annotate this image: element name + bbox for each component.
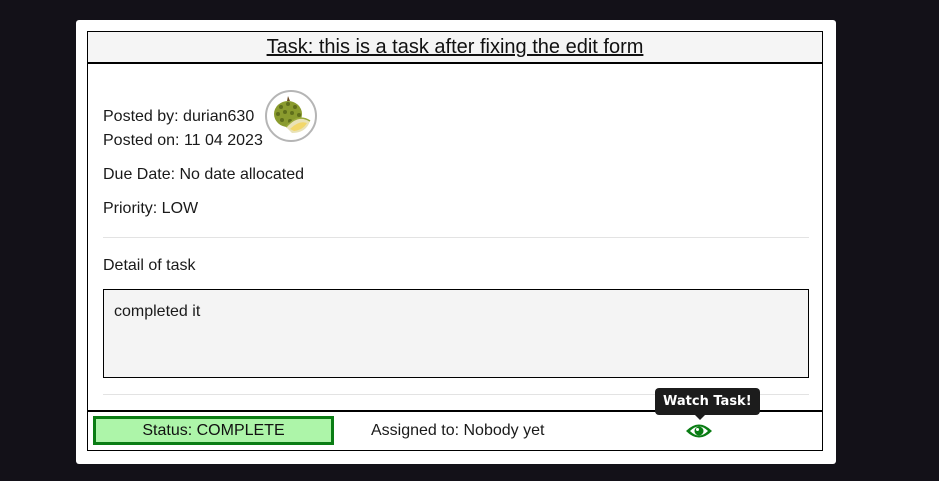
status-badge: Status: COMPLETE — [93, 416, 334, 445]
task-title: Task: this is a task after fixing the ed… — [266, 35, 644, 58]
eye-icon — [686, 424, 712, 438]
posted-on: Posted on: 11 04 2023 — [103, 132, 263, 149]
task-detail-box: completed it — [103, 289, 809, 378]
task-footer: Status: COMPLETE Assigned to: Nobody yet — [88, 410, 822, 451]
watch-task-tooltip: Watch Task! — [655, 388, 760, 415]
user-avatar — [265, 90, 318, 142]
due-date: Due Date: No date allocated — [103, 166, 305, 183]
watch-task-button[interactable] — [684, 420, 714, 442]
assigned-to: Assigned to: Nobody yet — [371, 422, 545, 439]
tooltip-arrow — [694, 414, 706, 420]
task-header: Task: this is a task after fixing the ed… — [88, 32, 822, 64]
task-detail-text: completed it — [114, 303, 201, 320]
priority: Priority: LOW — [103, 200, 199, 217]
detail-label: Detail of task — [103, 257, 196, 274]
durian-avatar-icon — [274, 96, 311, 133]
section-divider — [103, 237, 809, 238]
posted-by-text: Posted by: durian630 — [103, 108, 255, 125]
